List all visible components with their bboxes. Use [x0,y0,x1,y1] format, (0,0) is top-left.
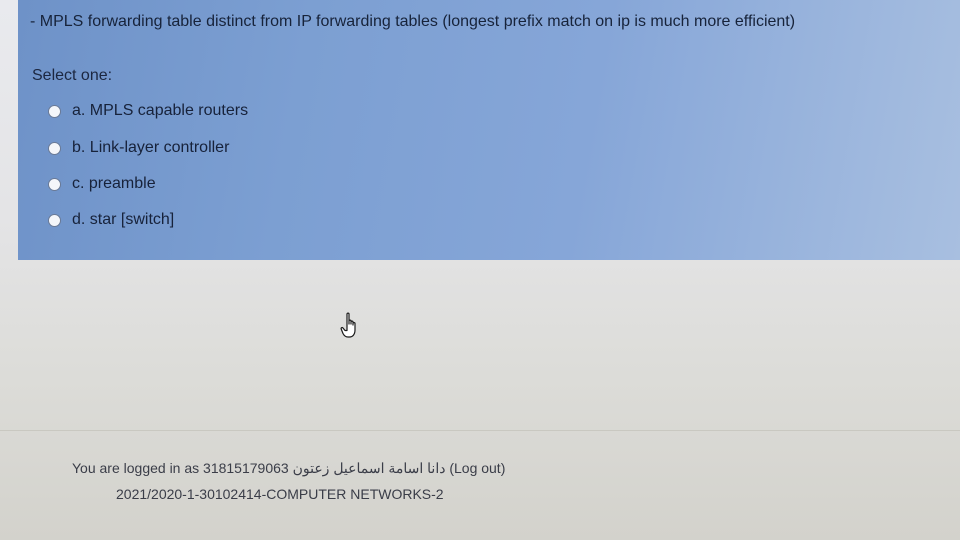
option-label: b. Link-layer controller [72,139,230,156]
hand-pointer-icon [340,312,356,338]
radio-button[interactable] [48,213,61,227]
login-prefix: You are logged in as 31815179063 [72,460,289,476]
question-box: - MPLS forwarding table distinct from IP… [18,0,960,260]
option-label: a. MPLS capable routers [72,102,249,119]
radio-button[interactable] [48,104,61,118]
option-c[interactable]: c. preamble [48,175,156,193]
course-link[interactable]: 2021/2020-1-30102414-COMPUTER NETWORKS-2 [116,486,444,502]
select-one-prompt: Select one: [32,67,113,84]
radio-button[interactable] [48,177,61,191]
login-info: You are logged in as 31815179063 دانا اس… [72,460,505,477]
option-label: d. star [switch] [72,211,175,228]
option-d[interactable]: d. star [switch] [48,211,174,229]
user-profile-link[interactable]: دانا اسامة اسماعيل زعتون [293,460,446,476]
logout-link[interactable]: (Log out) [449,460,505,476]
question-text: - MPLS forwarding table distinct from IP… [30,13,796,30]
divider [0,430,960,431]
option-label: c. preamble [72,175,156,192]
option-b[interactable]: b. Link-layer controller [48,139,229,157]
option-a[interactable]: a. MPLS capable routers [48,102,248,120]
radio-button[interactable] [48,141,61,155]
